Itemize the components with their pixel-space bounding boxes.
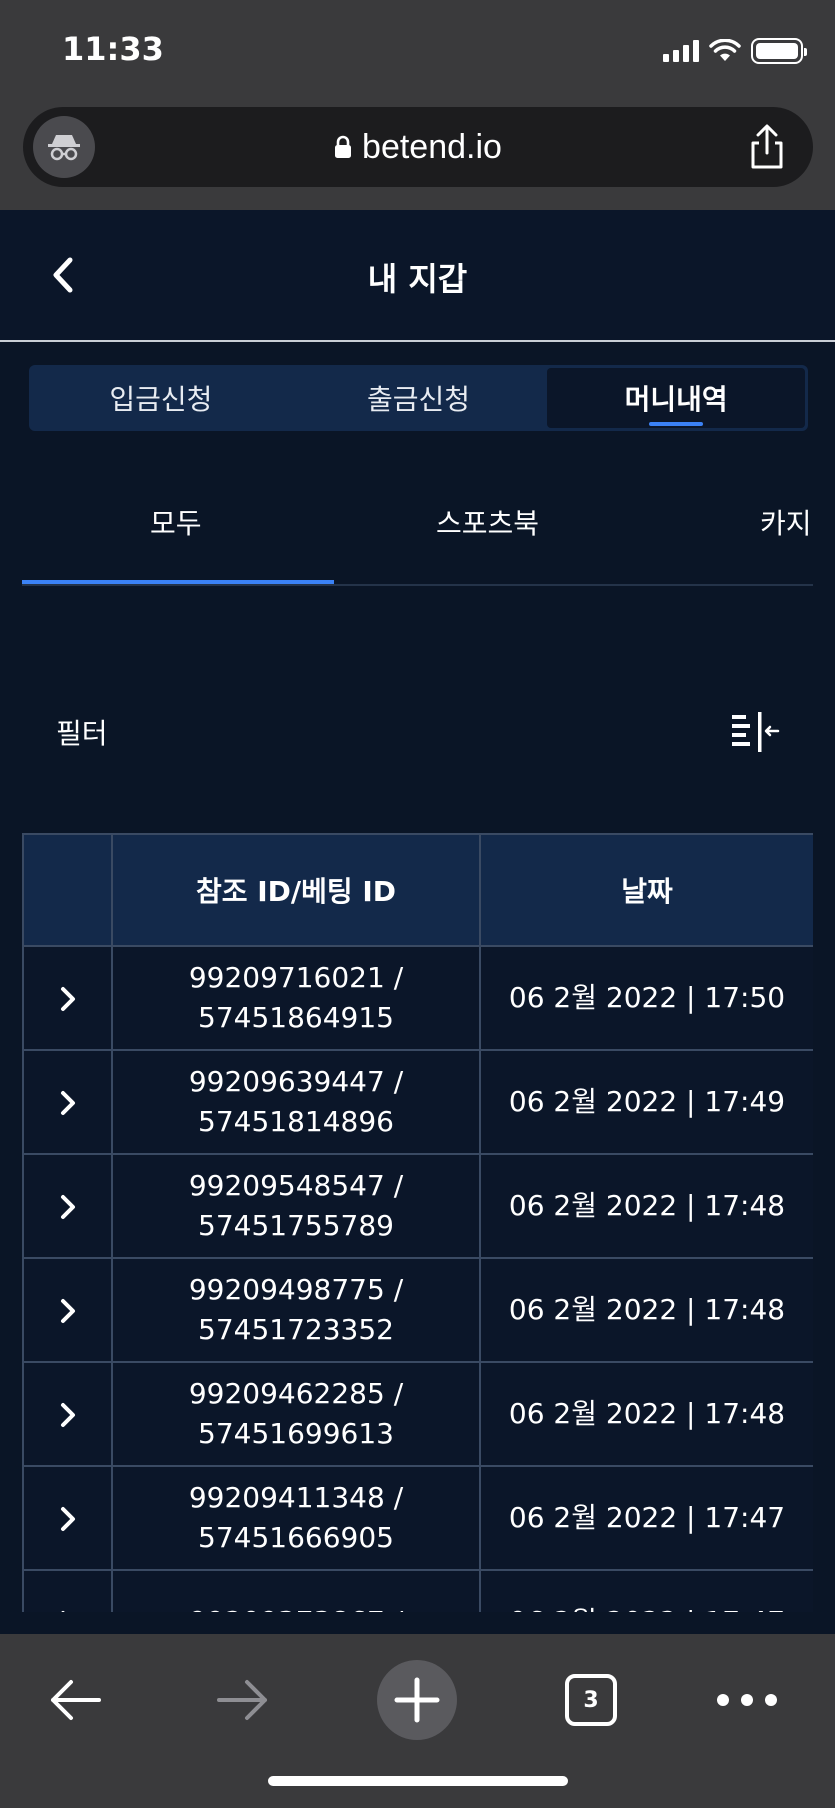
ref-id-cell: 99209462285 / 57451699613 xyxy=(111,1361,481,1467)
expand-cell[interactable] xyxy=(22,1465,113,1571)
tabs-count: 3 xyxy=(565,1674,617,1726)
tabs-button[interactable]: 3 xyxy=(564,1660,618,1740)
bet-id: 57451864915 xyxy=(198,1001,394,1034)
date-cell: 06 2월 2022 | 17:49 xyxy=(479,1049,813,1155)
browser-top-bar: 11:33 betend.io xyxy=(0,0,835,210)
bet-id: 57451755789 xyxy=(198,1209,394,1242)
bet-id: 57451666905 xyxy=(198,1521,394,1554)
table-row[interactable]: 99209498775 / 57451723352 06 2월 2022 | 17… xyxy=(22,1257,813,1363)
tab-withdraw[interactable]: 출금신청 xyxy=(290,368,548,428)
wifi-icon xyxy=(709,39,741,61)
expand-cell[interactable] xyxy=(22,1153,113,1259)
chevron-right-icon[interactable] xyxy=(56,1608,80,1612)
more-dots-icon xyxy=(717,1694,777,1706)
ref-id: 99209411348 / xyxy=(188,1481,404,1514)
browser-back-button[interactable] xyxy=(40,1660,110,1740)
date-cell: 06 2월 2022 | 17:47 xyxy=(479,1465,813,1571)
ref-id-cell: 99209498775 / 57451723352 xyxy=(111,1257,481,1363)
cellular-signal-icon xyxy=(663,40,699,62)
table-row[interactable]: 99209411348 / 57451666905 06 2월 2022 | 17… xyxy=(22,1465,813,1571)
expand-column-header xyxy=(22,833,113,947)
table-row[interactable]: 99209373867 / 06 2월 2022 | 17:47 xyxy=(22,1569,813,1612)
expand-cell[interactable] xyxy=(22,1569,113,1612)
ref-id: 99209373867 / xyxy=(113,1602,479,1612)
history-table-container[interactable]: 참조 ID/베팅 ID 날짜 99209716021 / 57451864915 … xyxy=(22,833,813,1612)
bet-id: 57451723352 xyxy=(198,1313,394,1346)
expand-cell[interactable] xyxy=(22,1361,113,1467)
tab-label: 출금신청 xyxy=(366,383,471,416)
arrow-left-icon xyxy=(51,1680,101,1720)
ref-id-column-header: 참조 ID/베팅 ID xyxy=(111,833,481,947)
subtab-all[interactable]: 모두 xyxy=(150,502,202,542)
chevron-right-icon[interactable] xyxy=(56,1088,80,1118)
app-header: 내 지갑 xyxy=(0,210,835,342)
date-cell: 06 2월 2022 | 17:50 xyxy=(479,945,813,1051)
subtab-sportsbook[interactable]: 스포츠북 xyxy=(436,502,539,542)
active-subtab-indicator xyxy=(22,580,334,584)
date-column-header: 날짜 xyxy=(479,833,813,947)
ref-id-cell: 99209548547 / 57451755789 xyxy=(111,1153,481,1259)
ref-id-cell: 99209716021 / 57451864915 xyxy=(111,945,481,1051)
browser-forward-button[interactable] xyxy=(208,1660,278,1740)
expand-cell[interactable] xyxy=(22,1257,113,1363)
history-table: 참조 ID/베팅 ID 날짜 99209716021 / 57451864915 … xyxy=(22,833,813,1612)
ref-id-cell: 99209639447 / 57451814896 xyxy=(111,1049,481,1155)
ref-id-cell: 99209411348 / 57451666905 xyxy=(111,1465,481,1571)
chevron-right-icon[interactable] xyxy=(56,1192,80,1222)
chevron-right-icon[interactable] xyxy=(56,984,80,1014)
ref-id: 99209639447 / xyxy=(188,1065,404,1098)
ref-id-cell: 99209373867 / xyxy=(111,1569,481,1612)
bet-id: 57451814896 xyxy=(198,1105,394,1138)
filter-label: 필터 xyxy=(56,717,108,750)
share-icon[interactable] xyxy=(745,123,789,171)
expand-cell[interactable] xyxy=(22,945,113,1051)
battery-icon xyxy=(751,38,807,64)
table-row[interactable]: 99209716021 / 57451864915 06 2월 2022 | 17… xyxy=(22,945,813,1051)
table-row[interactable]: 99209639447 / 57451814896 06 2월 2022 | 17… xyxy=(22,1049,813,1155)
chevron-right-icon[interactable] xyxy=(56,1400,80,1430)
ref-id: 99209462285 / xyxy=(188,1377,404,1410)
wallet-tabs: 입금신청 출금신청 머니내역 xyxy=(29,365,808,431)
new-tab-button[interactable] xyxy=(377,1660,457,1740)
date-cell: 06 2월 2022 | 17:48 xyxy=(479,1361,813,1467)
ref-id: 99209716021 / xyxy=(188,961,404,994)
home-indicator xyxy=(268,1776,568,1786)
date-cell: 06 2월 2022 | 17:48 xyxy=(479,1153,813,1259)
url-text[interactable]: betend.io xyxy=(362,128,502,167)
tab-label: 머니내역 xyxy=(624,383,728,416)
address-bar[interactable]: betend.io xyxy=(23,107,813,187)
subtab-casino[interactable]: 카지 xyxy=(760,502,812,542)
ref-id: 99209548547 / xyxy=(188,1169,404,1202)
status-icons xyxy=(663,36,807,66)
arrow-right-icon xyxy=(217,1680,267,1720)
active-tab-indicator xyxy=(649,422,704,426)
date-cell: 06 2월 2022 | 17:48 xyxy=(479,1257,813,1363)
header-divider xyxy=(0,340,835,342)
plus-icon xyxy=(377,1660,457,1740)
page-title: 내 지갑 xyxy=(367,260,468,298)
history-category-tabs: 모두 스포츠북 카지 xyxy=(22,490,813,586)
table-row[interactable]: 99209462285 / 57451699613 06 2월 2022 | 17… xyxy=(22,1361,813,1467)
lock-icon xyxy=(335,135,352,158)
tab-money-history[interactable]: 머니내역 xyxy=(547,368,806,428)
more-button[interactable] xyxy=(715,1660,779,1740)
status-time: 11:33 xyxy=(62,30,164,68)
chevron-right-icon[interactable] xyxy=(56,1296,80,1326)
expand-cell[interactable] xyxy=(22,1049,113,1155)
tab-label: 입금신청 xyxy=(109,383,213,416)
filter-collapse-icon[interactable] xyxy=(730,710,780,754)
ref-id: 99209498775 / xyxy=(188,1273,404,1306)
chevron-right-icon[interactable] xyxy=(56,1504,80,1534)
table-header-row: 참조 ID/베팅 ID 날짜 xyxy=(22,833,813,947)
date-cell: 06 2월 2022 | 17:47 xyxy=(479,1569,813,1612)
bet-id: 57451699613 xyxy=(198,1417,394,1450)
table-row[interactable]: 99209548547 / 57451755789 06 2월 2022 | 17… xyxy=(22,1153,813,1259)
tab-deposit[interactable]: 입금신청 xyxy=(32,368,290,428)
